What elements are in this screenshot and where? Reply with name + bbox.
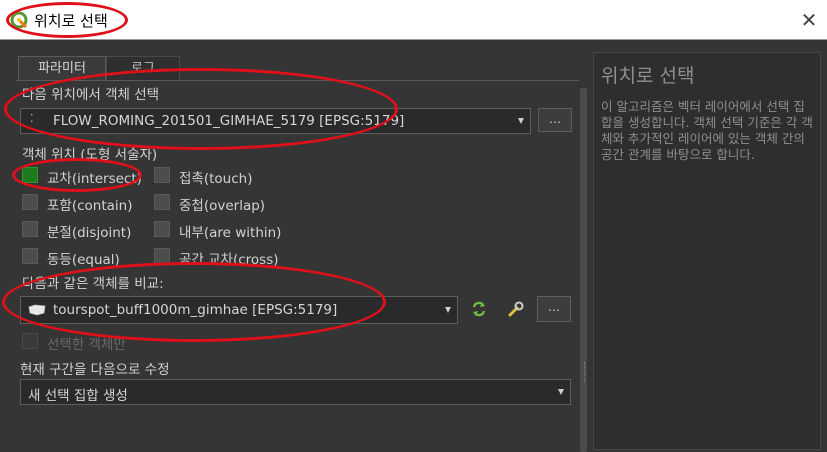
point-layer-icon: ⁚	[30, 112, 35, 125]
help-title: 위치로 선택	[601, 65, 695, 87]
checkbox-cross[interactable]	[154, 248, 170, 264]
predicate-label: 객체 위치 (도형 서술자)	[22, 147, 158, 163]
checkbox-intersect-label: 교차(intersect)	[47, 171, 142, 187]
chevron-down-icon	[445, 307, 451, 313]
checkbox-intersect[interactable]	[22, 167, 38, 183]
help-body: 이 알고리즘은 벡터 레이어에서 선택 집합을 생성합니다. 객체 선택 기준은…	[601, 99, 813, 162]
checkbox-selected-only[interactable]	[22, 333, 38, 349]
tab-parameters[interactable]: 파라미터	[18, 56, 106, 80]
checkbox-touch-label: 접촉(touch)	[179, 171, 253, 187]
window-title: 위치로 선택	[34, 12, 108, 30]
chevron-down-icon	[518, 118, 524, 124]
splitter-handle[interactable]	[584, 362, 587, 382]
checkbox-contain[interactable]	[22, 194, 38, 210]
checkbox-disjoint-label: 분절(disjoint)	[47, 225, 132, 241]
checkbox-overlap[interactable]	[154, 194, 170, 210]
scrollbar-thumb[interactable]	[580, 88, 587, 452]
qgis-icon	[10, 11, 28, 29]
checkbox-within[interactable]	[154, 221, 170, 237]
checkbox-equal[interactable]	[22, 248, 38, 264]
compare-label: 다음과 같은 객체를 비교:	[22, 276, 164, 292]
wrench-icon[interactable]	[506, 299, 526, 319]
help-panel: 위치로 선택 이 알고리즘은 벡터 레이어에서 선택 집합을 생성합니다. 객체…	[593, 52, 821, 450]
checkbox-equal-label: 동등(equal)	[47, 252, 120, 268]
polygon-layer-icon	[28, 304, 46, 316]
checkbox-cross-label: 공간 교차(cross)	[179, 252, 279, 268]
tab-log[interactable]: 로그	[106, 56, 180, 80]
window-titlebar: 위치로 선택 ✕	[0, 0, 827, 40]
select-from-layer-combo[interactable]: ⁚ FLOW_ROMING_201501_GIMHAE_5179 [EPSG:5…	[20, 108, 531, 134]
modify-selection-value: 새 선택 집합 생성	[28, 388, 128, 404]
iterate-icon[interactable]	[470, 300, 488, 318]
select-from-browse-button[interactable]: …	[538, 108, 572, 132]
checkbox-touch[interactable]	[154, 167, 170, 183]
chevron-down-icon	[558, 389, 564, 395]
compare-layer-value: tourspot_buff1000m_gimhae [EPSG:5179]	[53, 302, 338, 318]
select-from-label: 다음 위치에서 객체 선택	[22, 87, 160, 103]
modify-label: 현재 구간을 다음으로 수정	[20, 362, 170, 378]
compare-browse-button[interactable]: …	[537, 296, 571, 322]
checkbox-contain-label: 포함(contain)	[47, 198, 133, 214]
close-icon[interactable]: ✕	[795, 6, 823, 34]
checkbox-overlap-label: 중첩(overlap)	[179, 198, 266, 214]
compare-browse-label: …	[548, 300, 560, 314]
checkbox-disjoint[interactable]	[22, 221, 38, 237]
compare-layer-combo[interactable]: tourspot_buff1000m_gimhae [EPSG:5179]	[20, 296, 458, 324]
checkbox-within-label: 내부(are within)	[179, 225, 282, 241]
checkbox-selected-only-label: 선택한 객체만	[47, 337, 126, 353]
select-from-layer-value: FLOW_ROMING_201501_GIMHAE_5179 [EPSG:517…	[53, 113, 405, 129]
modify-selection-combo[interactable]: 새 선택 집합 생성	[20, 379, 571, 405]
